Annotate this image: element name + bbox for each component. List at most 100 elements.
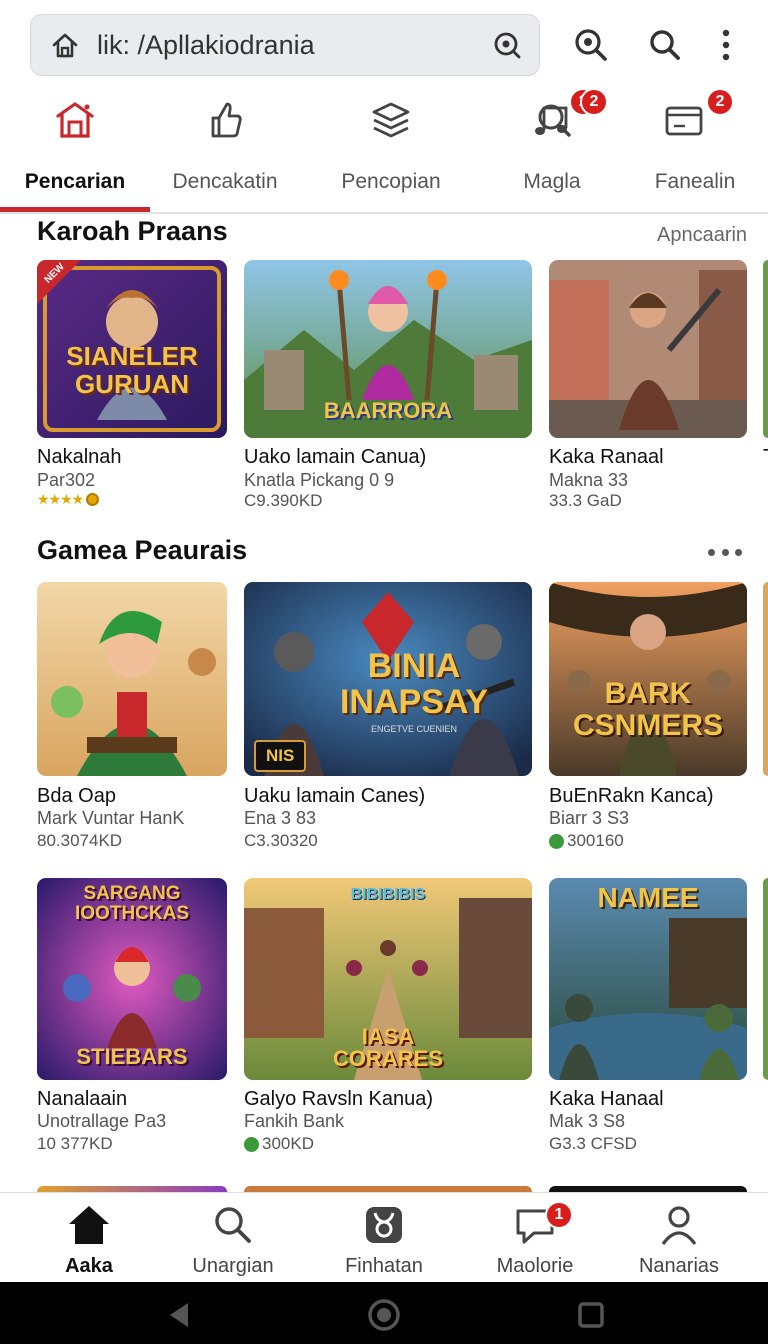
top-bar: lik: /Apllakiodrania bbox=[0, 0, 768, 92]
game-price: 33.3 GaD bbox=[549, 491, 622, 510]
game-thumbnail[interactable]: BINIA INAPSAY ENGETVE CUENIEN NIS bbox=[244, 582, 532, 776]
tab-search-icon-slot[interactable]: 2 bbox=[478, 88, 628, 212]
game-price: C9.390KD bbox=[244, 491, 323, 510]
game-price-value: 300160 bbox=[567, 831, 624, 850]
game-subtitle: Makna 33 bbox=[549, 470, 629, 490]
game-title: Uaku lamain Canes) bbox=[244, 785, 426, 807]
more-horizontal-icon[interactable] bbox=[708, 547, 742, 557]
person-icon bbox=[656, 1203, 702, 1247]
search-icon[interactable] bbox=[646, 26, 684, 64]
game-thumbnail[interactable] bbox=[549, 260, 747, 438]
home-icon bbox=[66, 1203, 112, 1247]
notification-badge: 2 bbox=[706, 88, 734, 116]
game-title: Uako lamain Canua) bbox=[244, 446, 427, 468]
thumbnail-title-text: SIANELER GURUAN bbox=[66, 341, 198, 399]
notification-badge: 1 bbox=[545, 1201, 573, 1229]
bottom-nav-label: Finhatan bbox=[345, 1255, 423, 1277]
game-title: T bbox=[763, 446, 768, 469]
thumbnail-title-text: NAMEE bbox=[597, 882, 699, 913]
thumbnail-top-text: BIBIBIBIS bbox=[350, 886, 426, 903]
game-subtitle: Ena 3 83 bbox=[244, 808, 317, 828]
game-thumbnail[interactable]: NEW SIANELER GURUAN bbox=[37, 260, 227, 438]
section-title: Karoah Praans bbox=[37, 216, 228, 246]
game-thumbnail[interactable]: BARK CSNMERS bbox=[549, 582, 747, 776]
game-title: Nanalaain bbox=[37, 1088, 128, 1110]
search-icon bbox=[210, 1203, 256, 1247]
notification-badge: 2 bbox=[580, 88, 608, 116]
tab-label: Pencarian bbox=[24, 170, 126, 193]
coin-icon bbox=[86, 493, 100, 506]
url-text[interactable]: lik: /Apllakiodrania bbox=[97, 30, 489, 61]
bottom-nav-label: Aaka bbox=[65, 1255, 113, 1277]
game-thumbnail[interactable]: NAMEE bbox=[549, 878, 747, 1080]
tab-pencopian[interactable]: Pencopian bbox=[316, 92, 466, 212]
star-rating-icon: ★★★★ bbox=[37, 491, 84, 507]
green-dot-icon bbox=[244, 1136, 259, 1152]
game-title: Kaka Hanaal bbox=[549, 1088, 664, 1110]
thumbnail-title-text: SARGANG IOOTHCKAS bbox=[75, 883, 189, 924]
tab-card-icon-slot[interactable]: 2 bbox=[610, 88, 768, 212]
game-thumbnail[interactable]: BIBIBIBIS IASA CORARES bbox=[244, 878, 532, 1080]
bottom-nav-home[interactable]: Aaka bbox=[19, 1193, 159, 1283]
zoom-search-icon[interactable] bbox=[572, 26, 610, 64]
tab-dencakatin[interactable]: Dencakatin bbox=[150, 92, 300, 212]
thumbs-up-icon bbox=[203, 98, 247, 142]
game-title: Nakalnah bbox=[37, 446, 122, 468]
active-tab-indicator bbox=[0, 207, 150, 212]
game-subtitle: Fankih Bank bbox=[244, 1111, 345, 1131]
game-price: 300KD bbox=[244, 1134, 314, 1154]
thumbnail-title-text: IASA CORARES bbox=[332, 1024, 443, 1071]
thumbnail-title-text: BAARRORA bbox=[323, 398, 453, 423]
game-subtitle: Unotrallage Pa3 bbox=[37, 1111, 167, 1131]
url-bar[interactable]: lik: /Apllakiodrania bbox=[30, 14, 540, 76]
store-icon bbox=[53, 98, 97, 142]
game-thumbnail[interactable]: SARGANG IOOTHCKAS STIEBARS bbox=[37, 878, 227, 1080]
home-icon[interactable] bbox=[47, 27, 83, 63]
game-subtitle: Mak 3 S8 bbox=[549, 1111, 626, 1131]
game-subtitle: Knatla Pickang 0 9 bbox=[244, 470, 395, 490]
back-icon[interactable] bbox=[162, 1298, 196, 1332]
bottom-nav-finhatan[interactable]: Finhatan bbox=[314, 1193, 454, 1283]
bottom-nav: Aaka Unargian Finhatan 1 Maolorie Nanari… bbox=[0, 1192, 768, 1282]
bottom-nav-label: Maolorie bbox=[496, 1255, 574, 1277]
thumbnail-title-text: BINIA INAPSAY bbox=[339, 647, 489, 721]
game-price: G3.3 CFSD bbox=[549, 1134, 637, 1153]
game-subtitle: Mark Vuntar HanK bbox=[37, 808, 185, 828]
game-title: Kaka Ranaal bbox=[549, 446, 664, 468]
game-price: 300160 bbox=[549, 831, 624, 851]
search-icon bbox=[532, 98, 576, 142]
bottom-nav-profile[interactable]: Nanarias bbox=[609, 1193, 749, 1283]
bottom-nav-maolorie[interactable]: 1 Maolorie bbox=[465, 1193, 605, 1283]
category-tabs: Pencarian Dencakatin Pencopian Magla 1 F… bbox=[0, 88, 768, 214]
system-nav-bar bbox=[0, 1282, 768, 1344]
game-thumbnail[interactable]: BAARRORA bbox=[244, 260, 532, 438]
layers-icon bbox=[369, 98, 413, 142]
card-partial-right bbox=[763, 582, 768, 776]
game-subtitle: Biarr 3 S3 bbox=[549, 808, 630, 828]
card-partial-right bbox=[763, 878, 768, 1080]
bottom-nav-search[interactable]: Unargian bbox=[163, 1193, 303, 1283]
recents-icon[interactable] bbox=[574, 1298, 608, 1332]
game-price: 10 377KD bbox=[37, 1134, 113, 1153]
game-thumbnail[interactable] bbox=[763, 260, 768, 438]
lens-icon[interactable] bbox=[489, 27, 525, 63]
thumbnail-tagline: ENGETVE CUENIEN bbox=[370, 724, 457, 734]
game-rating: ★★★★ bbox=[37, 491, 100, 508]
see-all-link[interactable]: Apncaarin bbox=[657, 224, 747, 247]
card-icon bbox=[662, 98, 706, 142]
more-vertical-icon[interactable] bbox=[707, 26, 745, 64]
home-circle-icon[interactable] bbox=[367, 1298, 401, 1332]
bottom-nav-label: Nanarias bbox=[638, 1255, 720, 1277]
game-price: 80.3074KD bbox=[37, 831, 123, 850]
taurus-icon bbox=[361, 1203, 407, 1247]
thumbnail-title-text: BARK CSNMERS bbox=[572, 677, 723, 742]
game-thumbnail[interactable] bbox=[37, 582, 227, 776]
tab-label: Pencopian bbox=[341, 170, 441, 193]
game-subtitle: Par302 bbox=[37, 470, 96, 490]
bottom-nav-label: Unargian bbox=[192, 1255, 274, 1277]
tab-pencarian[interactable]: Pencarian bbox=[0, 92, 150, 212]
game-price-value: 300KD bbox=[262, 1134, 314, 1153]
section-title: Gamea Peaurais bbox=[37, 535, 248, 565]
game-title: BuEnRakn Kanca) bbox=[549, 785, 714, 807]
green-dot-icon bbox=[549, 833, 564, 849]
